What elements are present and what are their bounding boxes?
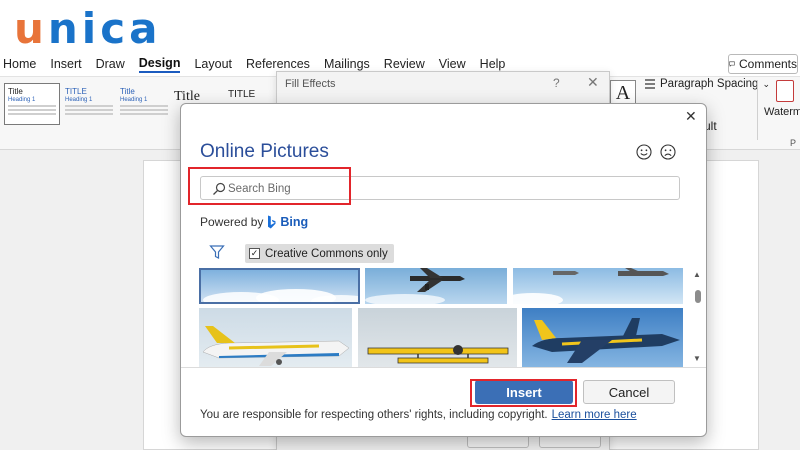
copyright-notice: You are responsible for respecting other… — [200, 409, 637, 421]
tab-review[interactable]: Review — [384, 57, 425, 71]
learn-more-link[interactable]: Learn more here — [552, 409, 637, 421]
tab-layout[interactable]: Layout — [194, 57, 232, 71]
paragraph-spacing-icon — [645, 79, 655, 89]
ribbon-separator — [757, 80, 758, 140]
comments-button[interactable]: Comments — [728, 54, 798, 74]
watermark-label[interactable]: Waterma — [764, 106, 800, 118]
yellow-plane-image — [367, 345, 509, 364]
bing-label: Bing — [280, 215, 309, 229]
frown-icon[interactable] — [660, 144, 676, 160]
tab-references[interactable]: References — [246, 57, 310, 71]
creative-commons-filter[interactable]: ✓ Creative Commons only — [245, 244, 394, 263]
theme-thumb-heading: Heading 1 — [65, 97, 93, 103]
tab-mailings[interactable]: Mailings — [324, 57, 370, 71]
image-results-grid — [199, 268, 683, 368]
airplane-image — [365, 268, 465, 304]
search-highlight-annotation — [188, 167, 351, 205]
cloud-sky-image — [203, 289, 358, 302]
tab-insert[interactable]: Insert — [50, 57, 81, 71]
comment-icon — [729, 61, 735, 67]
theme-thumb-title: TITLE — [65, 87, 87, 96]
image-result[interactable] — [365, 268, 507, 304]
theme-thumb-title: Title — [120, 87, 135, 96]
military-plane-image — [532, 318, 680, 363]
creative-commons-label: Creative Commons only — [265, 247, 388, 260]
fill-effects-title: Fill Effects — [285, 78, 336, 90]
tab-view[interactable]: View — [439, 57, 466, 71]
logo-letters-nica: nica — [47, 4, 162, 53]
theme-thumb-title: Title — [8, 87, 23, 96]
results-scrollbar[interactable]: ▲ ▼ — [693, 270, 703, 364]
powered-by-label: Powered by — [200, 215, 264, 229]
tab-home[interactable]: Home — [3, 57, 36, 71]
image-result[interactable] — [522, 308, 683, 368]
tab-help[interactable]: Help — [480, 57, 506, 71]
tab-design[interactable]: Design — [138, 56, 181, 73]
dialog-title: Online Pictures — [200, 141, 329, 162]
scroll-up-icon[interactable]: ▲ — [693, 270, 701, 279]
logo-letter-u: u — [14, 4, 48, 53]
copyright-notice-text: You are responsible for respecting other… — [200, 409, 548, 421]
online-pictures-dialog: ✕ Online Pictures Powered by Bing ✓ Crea… — [180, 103, 707, 437]
cancel-button[interactable]: Cancel — [583, 380, 675, 404]
paragraph-spacing-button[interactable]: Paragraph Spacing ⌄ — [644, 78, 770, 90]
image-result[interactable] — [199, 308, 352, 368]
theme-thumbnail-2[interactable]: TITLE Heading 1 — [61, 83, 117, 125]
watermark-icon[interactable] — [776, 80, 794, 102]
filter-icon[interactable] — [209, 244, 225, 260]
tab-draw[interactable]: Draw — [96, 57, 125, 71]
airliner-image — [202, 326, 350, 366]
image-result[interactable] — [358, 308, 517, 368]
checkbox-icon[interactable]: ✓ — [249, 248, 260, 259]
image-result[interactable] — [513, 268, 683, 304]
help-icon[interactable]: ? — [553, 76, 560, 90]
paragraph-spacing-label: Paragraph Spacing — [660, 78, 759, 90]
comments-label: Comments — [738, 57, 797, 71]
page-background-group-partial: P — [790, 138, 797, 148]
powered-by-bing: Powered by Bing — [200, 215, 308, 229]
theme-thumbnail-3[interactable]: Title Heading 1 — [116, 83, 172, 125]
insert-highlight-annotation — [470, 379, 577, 407]
theme-thumbnail-5-title[interactable]: TITLE — [228, 89, 255, 100]
scroll-thumb[interactable] — [695, 290, 701, 303]
smile-icon[interactable] — [636, 144, 652, 160]
close-icon[interactable]: ✕ — [587, 74, 599, 91]
bing-logo-icon — [268, 215, 276, 229]
airplane-image — [513, 268, 669, 304]
footer-divider — [181, 367, 706, 368]
unica-logo: unica — [14, 4, 161, 54]
chevron-down-icon: ⌄ — [762, 78, 771, 89]
image-result[interactable] — [199, 268, 360, 304]
theme-thumbnail-1[interactable]: Title Heading 1 — [4, 83, 60, 125]
theme-thumb-heading: Heading 1 — [120, 97, 148, 103]
close-icon[interactable]: ✕ — [685, 108, 697, 125]
theme-thumb-heading: Heading 1 — [8, 97, 36, 103]
scroll-down-icon[interactable]: ▼ — [693, 354, 701, 363]
